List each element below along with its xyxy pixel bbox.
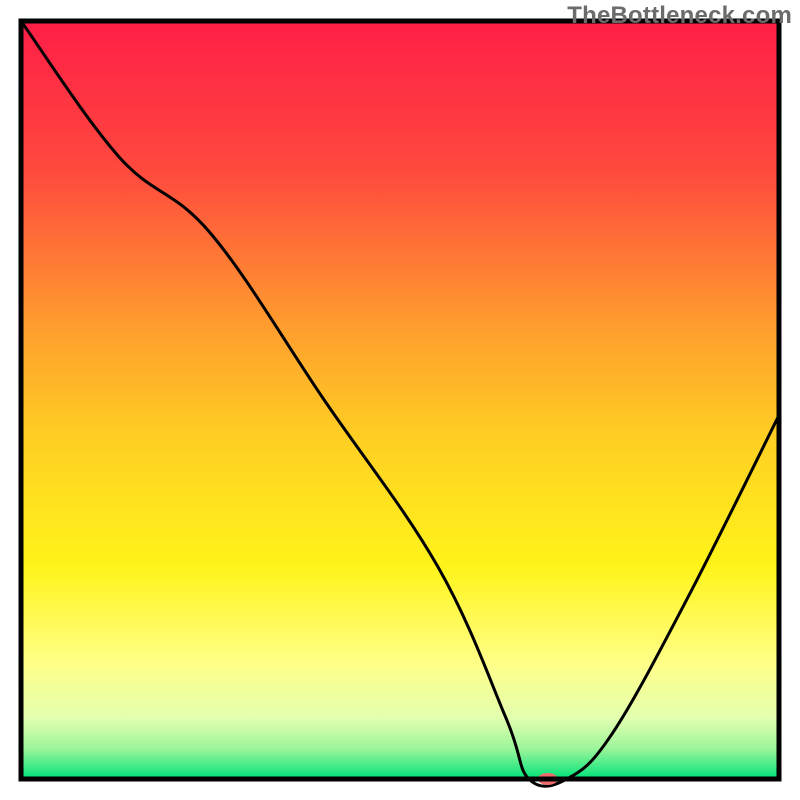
watermark-text: TheBottleneck.com xyxy=(567,2,792,30)
chart-container: TheBottleneck.com xyxy=(0,0,800,800)
bottleneck-chart xyxy=(0,0,800,800)
plot-background xyxy=(21,21,779,779)
